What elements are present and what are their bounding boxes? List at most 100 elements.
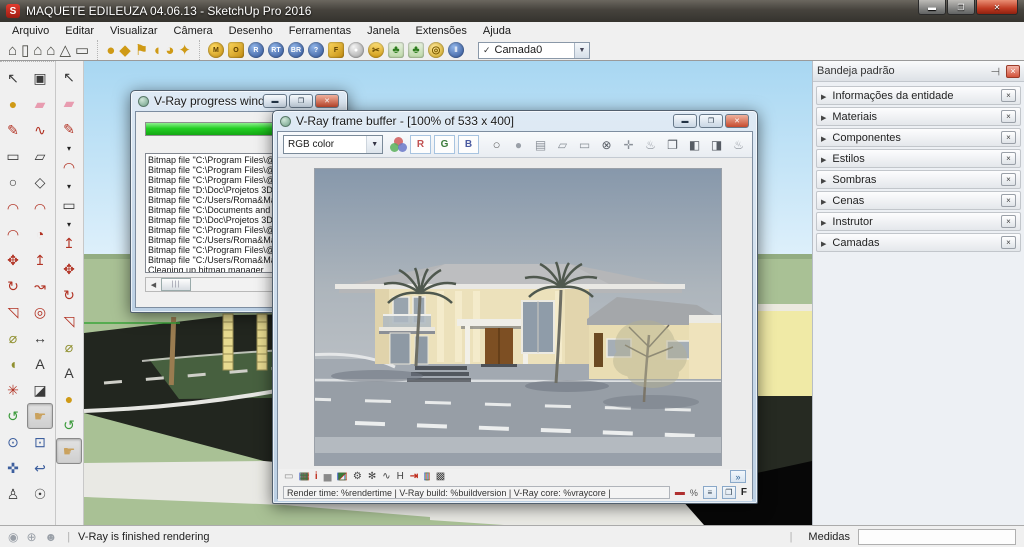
maximize-button[interactable]: ❐	[289, 94, 313, 108]
omni-light-icon[interactable]: ●	[106, 43, 115, 58]
menu-ajuda[interactable]: Ajuda	[475, 23, 519, 39]
red-channel-button[interactable]: R	[410, 135, 431, 154]
top-view-icon[interactable]: △	[59, 43, 71, 58]
minimize-button[interactable]: ▬	[673, 114, 697, 128]
eraser-tool[interactable]: ▰	[56, 90, 82, 116]
section-close-button[interactable]: ×	[1001, 194, 1016, 207]
zoom-window-tool[interactable]: ⊡	[27, 429, 53, 455]
vray-sphere-icon[interactable]: ●	[348, 42, 364, 58]
previous-view-tool[interactable]: ↩	[27, 455, 53, 481]
vray-proxy-import-icon[interactable]: ♣	[408, 42, 424, 58]
restore-button[interactable]: ❐	[947, 0, 975, 15]
circle-tool[interactable]: ○	[0, 169, 26, 195]
close-button[interactable]: ✕	[976, 0, 1018, 15]
open-folder-icon[interactable]: ▭	[576, 136, 593, 153]
render-region-icon[interactable]: ♨	[730, 136, 747, 153]
compare-a-icon[interactable]: ◧	[686, 136, 703, 153]
measurements-input[interactable]	[858, 529, 1016, 545]
orbit-tool[interactable]: ↺	[0, 403, 26, 429]
expand-arrow-icon[interactable]	[821, 132, 832, 144]
arcs-tool[interactable]: ◠	[56, 154, 82, 180]
iso-view-icon[interactable]: ⌂	[8, 43, 17, 58]
freehand-tool[interactable]: ∿	[27, 117, 53, 143]
menu-editar[interactable]: Editar	[57, 23, 102, 39]
panel-section-materiais[interactable]: Materiais ×	[816, 107, 1021, 126]
push-pull-tool[interactable]: ↥	[56, 230, 82, 256]
zoom-tool[interactable]: ⊙	[0, 429, 26, 455]
vray-pause-icon[interactable]: ‖	[448, 42, 464, 58]
scrollbar-thumb[interactable]: |||	[161, 278, 191, 291]
three-point-arc-tool[interactable]: ◠	[0, 221, 26, 247]
expand-arrow-icon[interactable]	[821, 90, 832, 102]
paint-bucket-tool[interactable]: ●	[56, 386, 82, 412]
log-list-button[interactable]: ≡	[703, 486, 717, 499]
rectangle-light-icon[interactable]: ◆	[119, 43, 131, 58]
roof-view-icon[interactable]: ▭	[75, 43, 89, 58]
ies-light-icon[interactable]: ✦	[178, 43, 191, 58]
menu-ferramentas[interactable]: Ferramentas	[281, 23, 359, 39]
rendered-image[interactable]	[314, 168, 722, 466]
histogram-icon[interactable]: ▅	[324, 472, 332, 482]
line-tool[interactable]: ✎	[0, 117, 26, 143]
force-label[interactable]: F	[741, 487, 747, 498]
settings-icon[interactable]: ⚙	[353, 472, 362, 482]
menu-janela[interactable]: Janela	[359, 23, 407, 39]
orbit-tool[interactable]: ↺	[56, 412, 82, 438]
vray-render-icon[interactable]: R	[248, 42, 264, 58]
layer-dropdown[interactable]: ✓ Camada0 ▼	[478, 42, 590, 59]
select-tool[interactable]: ↖	[56, 64, 82, 90]
track-mouse-icon[interactable]: ✛	[620, 136, 637, 153]
menu-camera[interactable]: Câmera	[166, 23, 221, 39]
offset-tool[interactable]: ◎	[27, 299, 53, 325]
panel-section-informacoes[interactable]: Informações da entidade ×	[816, 86, 1021, 105]
levels-icon[interactable]: H	[397, 472, 404, 482]
axes-tool[interactable]: ✳	[0, 377, 26, 403]
vray-rt-render-icon[interactable]: RT	[268, 42, 284, 58]
spot-light-icon[interactable]: ⚑	[135, 43, 148, 58]
move-tool[interactable]: ✥	[56, 256, 82, 282]
move-tool[interactable]: ✥	[0, 247, 26, 273]
section-close-button[interactable]: ×	[1001, 173, 1016, 186]
green-channel-button[interactable]: G	[434, 135, 455, 154]
two-point-arc-tool[interactable]: ◠	[27, 195, 53, 221]
section-close-button[interactable]: ×	[1001, 89, 1016, 102]
rotate-tool[interactable]: ↻	[56, 282, 82, 308]
expand-arrow-icon[interactable]	[821, 174, 832, 186]
secondary-window-button[interactable]: ❐	[722, 486, 736, 499]
side-view-icon[interactable]: ▯	[21, 43, 29, 58]
white-balance-icon[interactable]: ✻	[368, 472, 376, 482]
waveform-icon[interactable]: ∿	[382, 472, 390, 482]
duplicate-buffer-icon[interactable]: ❐	[664, 136, 681, 153]
expand-arrow-icon[interactable]	[821, 195, 832, 207]
maximize-button[interactable]: ❐	[699, 114, 723, 128]
tape-measure-tool[interactable]: ⌀	[0, 325, 26, 351]
panel-section-camadas[interactable]: Camadas ×	[816, 233, 1021, 252]
vray-proxy-export-icon[interactable]: ♣	[388, 42, 404, 58]
arcs-flyout-caret[interactable]: ▾	[56, 180, 82, 192]
menu-desenho[interactable]: Desenho	[221, 23, 281, 39]
vray-dome-icon[interactable]: ◎	[428, 42, 444, 58]
expand-arrow-icon[interactable]	[821, 111, 832, 123]
select-tool[interactable]: ↖	[0, 65, 26, 91]
eraser-tool[interactable]: ▰	[27, 91, 53, 117]
save-image-icon[interactable]: ▤	[532, 136, 549, 153]
compare-b-icon[interactable]: ◨	[708, 136, 725, 153]
clear-image-icon[interactable]: ⊗	[598, 136, 615, 153]
expand-arrow-icon[interactable]	[821, 237, 832, 249]
pie-tool[interactable]: ◔	[27, 221, 53, 247]
menu-extensoes[interactable]: Extensões	[408, 23, 475, 39]
vray-batch-render-icon[interactable]: BR	[288, 42, 304, 58]
text-tool[interactable]: A	[27, 351, 53, 377]
expand-arrow-icon[interactable]	[821, 153, 832, 165]
sphere-light-icon[interactable]: ◕	[165, 43, 174, 58]
color-corrections-icon[interactable]: ▦	[299, 472, 308, 482]
panel-section-instrutor[interactable]: Instrutor ×	[816, 212, 1021, 231]
pixel-info-icon[interactable]: ▭	[284, 472, 293, 482]
chevron-expand-icon[interactable]: »	[730, 470, 746, 483]
protractor-tool[interactable]: ◖	[0, 351, 26, 377]
channel-selector-dropdown[interactable]: RGB color ▼	[283, 135, 383, 154]
paint-bucket-tool[interactable]: ●	[0, 91, 26, 117]
text-tool[interactable]: A	[56, 360, 82, 386]
panel-section-sombras[interactable]: Sombras ×	[816, 170, 1021, 189]
vray-options-icon[interactable]: O	[228, 42, 244, 58]
